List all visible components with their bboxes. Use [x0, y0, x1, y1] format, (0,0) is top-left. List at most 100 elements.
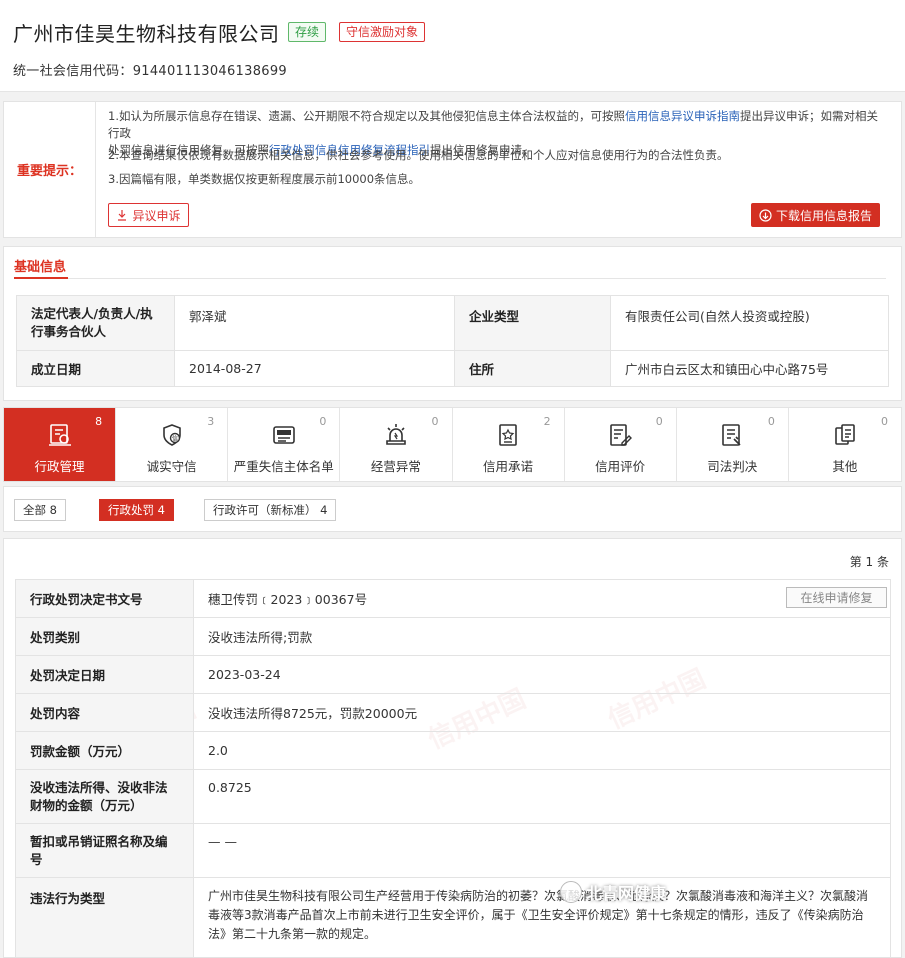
download-icon — [759, 208, 772, 222]
tab-admin[interactable]: 8 行政管理 — [4, 408, 117, 481]
tab-label: 司法判决 — [707, 459, 758, 474]
penalty-record: 信用中国 信用中国 信用中国 第 1 条 行政处罚决定书文号 穗卫传罚﹝2023… — [3, 538, 902, 958]
field-value: 广州市白云区太和镇田心中心路75号 — [610, 350, 889, 387]
tab-label: 经营异常 — [370, 459, 421, 474]
company-name: 广州市佳昊生物科技有限公司 — [13, 22, 280, 46]
tab-label: 行政管理 — [34, 459, 85, 474]
promise-icon — [499, 424, 517, 446]
online-repair-button[interactable]: 在线申请修复 — [786, 587, 887, 608]
field-value: 2.0 — [193, 731, 891, 770]
notice-text: 1.如认为所展示信息存在错误、遗漏、公开期限不符合规定以及其他侵犯信息主体合法权… — [108, 109, 625, 123]
category-tabs: 8 行政管理 3 信 诚实守信 0 严重失信主体名单 0 经营异常 2 信用承诺… — [3, 407, 902, 482]
appeal-icon — [118, 210, 127, 221]
filter-admin-penalty[interactable]: 行政处罚 4 — [99, 499, 174, 521]
tab-blacklist[interactable]: 0 严重失信主体名单 — [228, 408, 341, 481]
tab-label: 信用承诺 — [483, 459, 534, 474]
field-label: 处罚内容 — [15, 693, 194, 732]
field-label: 行政处罚决定书文号 — [15, 579, 194, 618]
title-underline — [14, 277, 68, 279]
notice-line-3: 3.因篇幅有限，单类数据仅按更新程度展示前10000条信息。 — [108, 172, 421, 186]
credit-code: 统一社会信用代码：914401113046138699 — [13, 64, 287, 79]
divider — [14, 278, 886, 279]
field-value: 广州市佳昊生物科技有限公司生产经营用于传染病防治的初萎？次氯酸消毒液、范泳宸？次… — [193, 877, 891, 957]
table-row: 行政处罚决定书文号 穗卫传罚﹝2023﹞00367号 — [15, 579, 891, 618]
alarm-icon — [386, 424, 406, 445]
tab-honesty[interactable]: 3 信 诚实守信 — [116, 408, 229, 481]
field-value: 有限责任公司(自然人投资或控股) — [610, 295, 889, 351]
blacklist-icon — [273, 426, 295, 444]
table-row: 罚款金额（万元） 2.0 — [15, 731, 891, 770]
table-row: 成立日期 2014-08-27 住所 广州市白云区太和镇田心中心路75号 — [16, 350, 889, 387]
tab-count: 0 — [881, 415, 888, 428]
download-report-button[interactable]: 下载信用信息报告 — [751, 203, 880, 227]
tab-count: 8 — [95, 415, 103, 428]
field-value: — — — [193, 823, 891, 878]
tab-label: 其他 — [832, 459, 858, 474]
table-row: 暂扣或吊销证照名称及编号 — — — [15, 823, 891, 878]
field-value: 郭泽斌 — [174, 295, 455, 351]
table-row: 没收违法所得、没收非法财物的金额（万元） 0.8725 — [15, 769, 891, 824]
notice-line-2: 2.本查询结果仅依现有数据展示相关信息，供社会参考使用。使用相关信息的单位和个人… — [108, 148, 729, 162]
appeal-button-label: 异议申诉 — [132, 208, 181, 223]
field-label: 罚款金额（万元） — [15, 731, 194, 770]
table-row: 处罚内容 没收违法所得8725元，罚款20000元 — [15, 693, 891, 732]
tab-label: 严重失信主体名单 — [233, 459, 334, 474]
table-row: 违法行为类型 广州市佳昊生物科技有限公司生产经营用于传染病防治的初萎？次氯酸消毒… — [15, 877, 891, 957]
field-label: 暂扣或吊销证照名称及编号 — [15, 823, 194, 878]
svg-text:信: 信 — [172, 435, 178, 443]
judgment-icon — [722, 424, 741, 446]
table-row: 处罚类别 没收违法所得;罚款 — [15, 617, 891, 656]
tab-count: 0 — [655, 415, 663, 428]
tab-label: 诚实守信 — [146, 459, 197, 474]
basic-info-table: 法定代表人/负责人/执行事务合伙人 郭泽斌 企业类型 有限责任公司(自然人投资或… — [16, 295, 889, 387]
field-value: 2014-08-27 — [174, 350, 455, 387]
table-row: 处罚决定日期 2023-03-24 — [15, 655, 891, 694]
basic-info-section: 基础信息 法定代表人/负责人/执行事务合伙人 郭泽斌 企业类型 有限责任公司(自… — [3, 246, 902, 401]
field-value: 没收违法所得;罚款 — [193, 617, 891, 656]
field-value: 没收违法所得8725元，罚款20000元 — [193, 693, 891, 732]
tab-count: 0 — [767, 415, 775, 428]
field-label: 住所 — [454, 350, 611, 387]
field-label: 企业类型 — [454, 295, 611, 351]
tab-credit-evaluation[interactable]: 0 信用评价 — [565, 408, 677, 481]
filter-admin-license[interactable]: 行政许可（新标准） 4 — [204, 499, 337, 521]
field-label: 没收违法所得、没收非法财物的金额（万元） — [15, 769, 194, 824]
field-label: 处罚决定日期 — [15, 655, 194, 694]
record-count: 第 1 条 — [849, 555, 889, 569]
penalty-table: 行政处罚决定书文号 穗卫传罚﹝2023﹞00367号 处罚类别 没收违法所得;罚… — [15, 579, 891, 957]
field-label: 处罚类别 — [15, 617, 194, 656]
field-label: 成立日期 — [16, 350, 175, 387]
incentive-badge[interactable]: 守信激励对象 — [339, 22, 426, 42]
appeal-guide-link[interactable]: 信用信息异议申诉指南 — [625, 109, 740, 123]
field-label: 法定代表人/负责人/执行事务合伙人 — [16, 295, 175, 351]
section-title: 基础信息 — [14, 260, 67, 275]
tab-count: 2 — [543, 415, 551, 428]
tab-count: 0 — [431, 415, 439, 428]
shield-icon: 信 — [162, 424, 181, 446]
tab-judgment[interactable]: 0 司法判决 — [677, 408, 789, 481]
watermark-text: 北青网健康 — [586, 884, 667, 903]
status-badge: 存续 — [288, 22, 327, 42]
tab-business-abnormal[interactable]: 0 经营异常 — [340, 408, 453, 481]
tab-label: 信用评价 — [595, 459, 646, 474]
company-header: 广州市佳昊生物科技有限公司 存续 守信激励对象 统一社会信用代码：9144011… — [0, 0, 905, 92]
wechat-icon — [560, 881, 582, 903]
field-value: 2023-03-24 — [193, 655, 891, 694]
field-value: 0.8725 — [193, 769, 891, 824]
source-watermark: 北青网健康 — [560, 880, 666, 904]
tab-credit-promise[interactable]: 2 信用承诺 — [453, 408, 565, 481]
evaluation-icon — [610, 424, 633, 446]
appeal-button[interactable]: 异议申诉 — [108, 203, 189, 227]
notice-label: 重要提示： — [4, 102, 96, 237]
tab-other[interactable]: 0 其他 — [789, 408, 901, 481]
filter-all[interactable]: 全部 8 — [14, 499, 66, 521]
download-button-label: 下载信用信息报告 — [775, 208, 872, 223]
table-row: 法定代表人/负责人/执行事务合伙人 郭泽斌 企业类型 有限责任公司(自然人投资或… — [16, 295, 889, 351]
field-label: 违法行为类型 — [15, 877, 194, 957]
tab-count: 0 — [319, 415, 327, 428]
tab-count: 3 — [207, 415, 215, 428]
filter-bar: 全部 8 行政处罚 4 行政许可（新标准） 4 — [3, 486, 902, 532]
admin-icon — [48, 424, 71, 446]
other-icon — [835, 424, 855, 445]
important-notice: 重要提示： 1.如认为所展示信息存在错误、遗漏、公开期限不符合规定以及其他侵犯信… — [3, 101, 902, 238]
